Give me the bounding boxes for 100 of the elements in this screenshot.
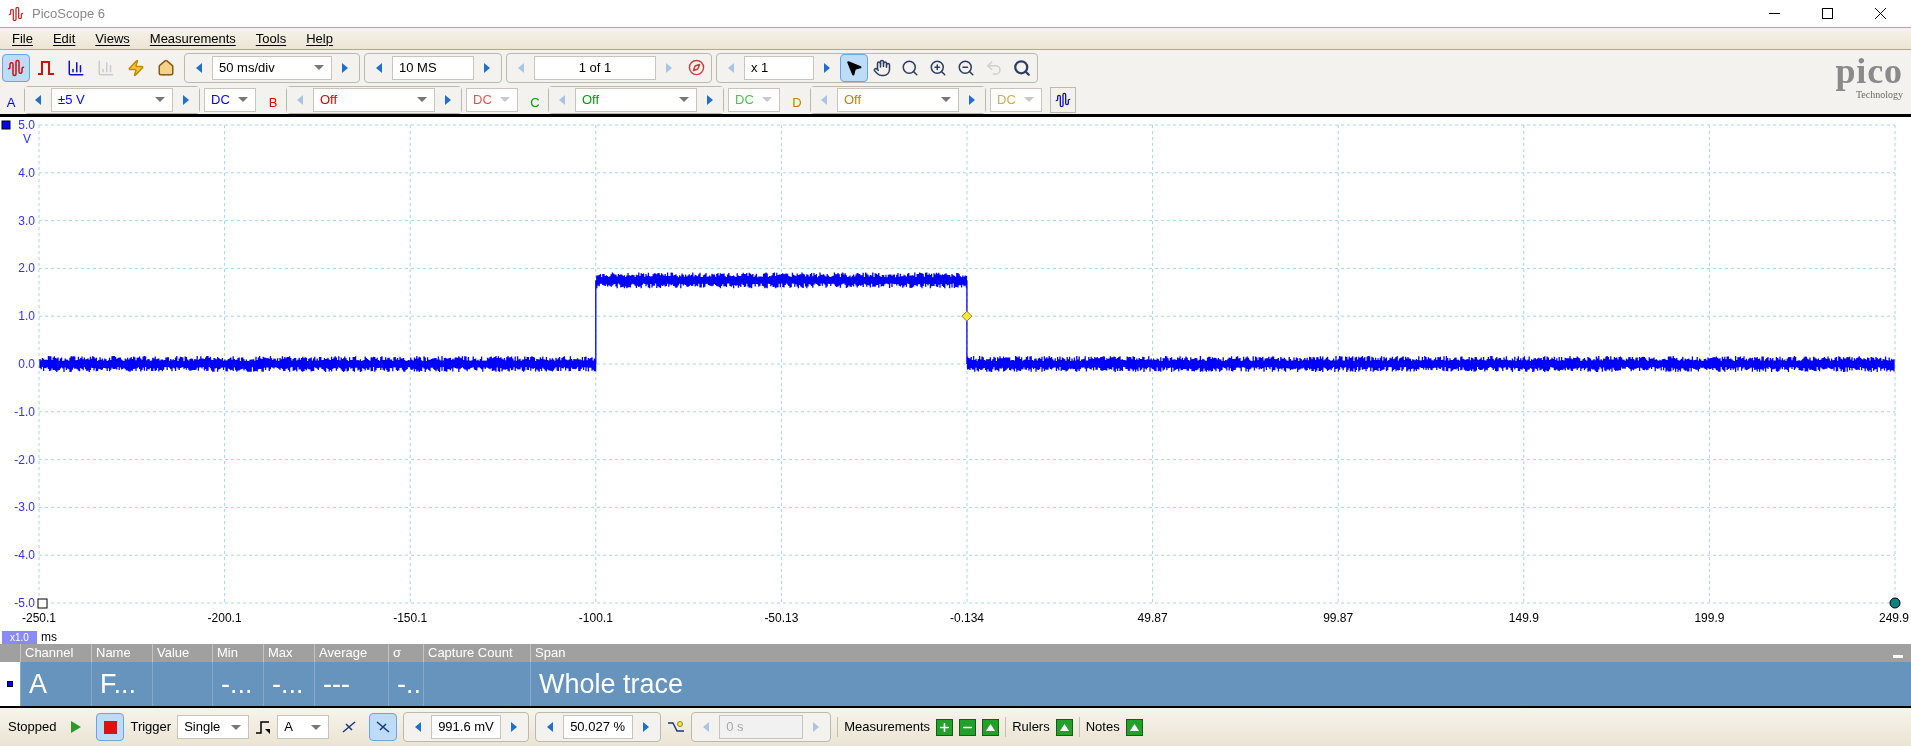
- trigger-mode-dropdown[interactable]: Single: [177, 715, 250, 739]
- axis-label: 49.87: [1137, 611, 1168, 625]
- table-cell: Whole trace: [539, 669, 684, 699]
- value-field[interactable]: 10 MS: [392, 55, 474, 80]
- value-field[interactable]: 991.6 mV: [431, 715, 502, 739]
- maximize-icon: [1822, 8, 1833, 19]
- coupling-dropdown[interactable]: DC: [466, 87, 518, 112]
- right-arrow-icon: [483, 61, 491, 74]
- menu-item[interactable]: Tools: [255, 28, 287, 49]
- square-wave-icon: [37, 58, 55, 77]
- hand-icon: [873, 58, 891, 77]
- axis-label: -2.0: [14, 452, 35, 467]
- left-arrow-icon: [546, 721, 555, 733]
- range-dropdown[interactable]: ±5 V: [51, 87, 173, 112]
- dropdown-caret-icon: [237, 95, 249, 104]
- menu-item[interactable]: File: [12, 28, 33, 49]
- window-title: PicoScope 6: [32, 4, 105, 23]
- right-arrow-icon: [510, 721, 519, 733]
- play-icon: [70, 720, 83, 734]
- section-label: Notes: [1085, 718, 1120, 737]
- axis-label: 149.9: [1508, 611, 1539, 625]
- add-button[interactable]: [936, 718, 954, 736]
- show-button[interactable]: [1055, 718, 1073, 736]
- right-arrow-icon: [823, 61, 831, 74]
- dropdown-caret-icon: [678, 95, 690, 104]
- trigger-marker[interactable]: [961, 310, 973, 322]
- compass-icon: [687, 59, 705, 76]
- toolbar-button[interactable]: [369, 713, 398, 741]
- range-dropdown[interactable]: Off: [313, 87, 435, 112]
- channel-letter-button[interactable]: B: [264, 86, 282, 113]
- delay-icon[interactable]: [667, 719, 686, 735]
- channel-letter-button[interactable]: C: [526, 86, 544, 113]
- trigger-source-dropdown[interactable]: A: [277, 715, 330, 739]
- axis-unit: V: [23, 132, 31, 146]
- zoom-out-icon: [957, 58, 975, 77]
- channel-letter-button[interactable]: D: [788, 86, 806, 113]
- menu-item[interactable]: Edit: [52, 28, 76, 49]
- channel-marker: [1, 120, 11, 130]
- value-field[interactable]: x 1: [744, 55, 814, 80]
- menu-item[interactable]: Help: [306, 28, 333, 49]
- sine-wave-icon: [7, 58, 25, 77]
- right-arrow-icon: [182, 93, 190, 106]
- axis-label: -0.134: [950, 611, 984, 625]
- table-cell: -..: [397, 669, 421, 699]
- coupling-dropdown[interactable]: DC: [204, 87, 256, 112]
- scale-badge[interactable]: x1.0: [2, 630, 37, 644]
- show-button[interactable]: [1125, 718, 1143, 736]
- axis-label: -3.0: [14, 500, 35, 515]
- bar-chart-icon: [67, 58, 85, 77]
- minimize-icon: [1769, 13, 1780, 14]
- dropdown-caret-icon: [313, 63, 325, 72]
- menu-item[interactable]: Measurements: [149, 28, 236, 49]
- dropdown-caret-icon: [499, 95, 511, 104]
- toolbar-button[interactable]: [840, 53, 868, 82]
- left-arrow-icon: [375, 61, 383, 74]
- axis-label: 199.9: [1694, 611, 1725, 625]
- magnifier-icon: [901, 58, 919, 77]
- stop-icon: [103, 720, 117, 734]
- undo-icon: [985, 58, 1003, 77]
- buffer-field[interactable]: 1 of 1: [534, 55, 656, 80]
- home-icon: [157, 58, 175, 77]
- trigger-label: Trigger: [130, 718, 172, 737]
- show-button[interactable]: [982, 718, 1000, 736]
- triangle-icon: [1058, 722, 1070, 732]
- table-row[interactable]: A F... -... -... --- -.. Whole trace: [0, 662, 1911, 706]
- right-arrow-icon: [642, 721, 651, 733]
- magnifier-icon: [1013, 58, 1031, 77]
- value-field[interactable]: 50.027 %: [563, 715, 634, 739]
- section-label: Rulers: [1012, 718, 1050, 737]
- close-icon: [1875, 8, 1886, 19]
- right-arrow-icon: [812, 721, 821, 733]
- right-arrow-icon: [444, 93, 452, 106]
- range-dropdown[interactable]: Off: [575, 87, 697, 112]
- ruler-handle[interactable]: [37, 598, 48, 609]
- pointer-icon: [845, 58, 863, 77]
- timebase-dropdown[interactable]: 50 ms/div: [212, 55, 332, 80]
- axis-label: 3.0: [18, 213, 35, 228]
- table-cell: F...: [100, 669, 136, 699]
- trigger-type-icon[interactable]: [255, 719, 272, 735]
- section-label: Measurements: [844, 718, 931, 737]
- ruler-handle[interactable]: [1889, 597, 1901, 609]
- channel-marker: [7, 681, 13, 687]
- toolbar-button[interactable]: [1050, 86, 1076, 113]
- wave-icon: [1055, 91, 1071, 108]
- remove-button[interactable]: [959, 718, 977, 736]
- table-cell: -...: [221, 669, 253, 699]
- table-cell: A: [29, 669, 47, 699]
- menu-item[interactable]: Views: [95, 28, 130, 49]
- left-arrow-icon: [727, 61, 735, 74]
- axis-unit: ms: [40, 630, 57, 644]
- table-cell: -...: [272, 669, 304, 699]
- logo-text: pico: [1835, 53, 1903, 89]
- axis-label: 1.0: [18, 309, 35, 324]
- channel-letter-button[interactable]: A: [2, 86, 20, 113]
- coupling-dropdown[interactable]: DC: [728, 87, 780, 112]
- range-dropdown[interactable]: Off: [837, 87, 959, 112]
- axis-label: -5.0: [14, 596, 35, 610]
- axis-label: -150.1: [393, 611, 428, 625]
- dropdown-caret-icon: [230, 722, 243, 732]
- left-arrow-icon: [296, 93, 304, 106]
